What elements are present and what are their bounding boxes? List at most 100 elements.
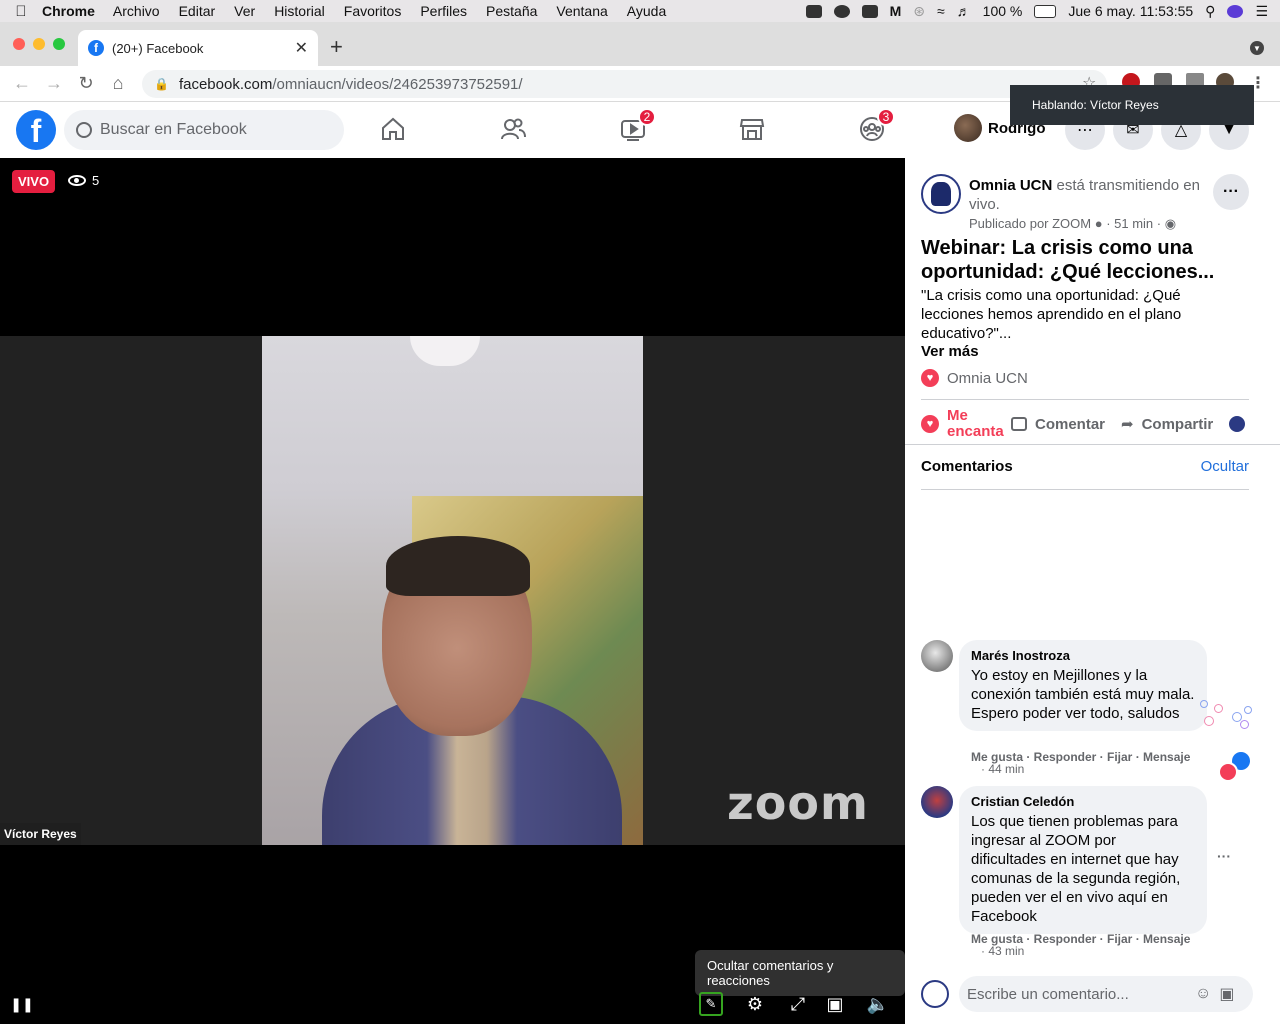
page-avatar[interactable] <box>921 174 961 214</box>
watch-nav-icon[interactable]: 2 <box>620 108 656 142</box>
fullscreen-icon[interactable]: ⤢ <box>786 992 810 1016</box>
forward-icon[interactable]: → <box>38 73 70 94</box>
mute-volume-icon[interactable]: 🔈 <box>866 992 890 1016</box>
browser-tab[interactable]: f (20+) Facebook ✕ <box>78 30 318 66</box>
volume-icon[interactable]: ♬ <box>957 3 971 19</box>
commenter-avatar[interactable] <box>921 786 953 818</box>
zoom-status-icon[interactable] <box>805 4 822 18</box>
reaction-bubble <box>1244 706 1252 714</box>
sticker-icon[interactable]: ▣ <box>1219 984 1234 1004</box>
settings-gear-icon[interactable]: ⚙ <box>743 992 767 1016</box>
facebook-search[interactable] <box>64 110 344 150</box>
bluetooth-icon[interactable]: ⊛ <box>913 3 925 20</box>
menu-pestana[interactable]: Pestaña <box>486 3 537 19</box>
menu-ver[interactable]: Ver <box>234 3 255 19</box>
groups-nav-icon[interactable]: 3 <box>859 108 895 142</box>
viewer-number: 5 <box>92 173 100 188</box>
macos-menubar:  Chrome Archivo Editar Ver Historial Fa… <box>0 0 1280 22</box>
creative-cloud-icon[interactable] <box>833 4 850 18</box>
triangle-app-icon[interactable] <box>861 4 878 18</box>
lock-icon[interactable]: 🔒 <box>154 77 169 91</box>
comment-text: Yo estoy en Mejillones y la conexión tam… <box>971 667 1195 722</box>
comment-options-icon[interactable]: ··· <box>1217 848 1231 864</box>
search-icon <box>76 122 92 138</box>
comment-time[interactable]: · 44 min <box>981 762 1024 776</box>
facebook-logo-icon[interactable]: f <box>16 110 56 150</box>
menu-archivo[interactable]: Archivo <box>113 3 160 19</box>
menu-perfiles[interactable]: Perfiles <box>420 3 467 19</box>
reaction-bubble <box>1214 704 1223 713</box>
hide-comments-icon[interactable]: ✎ <box>699 992 723 1016</box>
status-area: M ⊛ ≈ ♬ 100 % Jue 6 may. 11:53:55 ⚲ ☰ <box>805 3 1280 20</box>
info-icon[interactable]: ● · <box>1095 216 1114 231</box>
love-button[interactable]: ♥ Me encanta <box>921 408 1011 440</box>
comment-author[interactable]: Marés Inostroza <box>971 648 1195 663</box>
clock[interactable]: Jue 6 may. 11:53:55 <box>1068 3 1193 19</box>
reload-icon[interactable]: ↻ <box>70 73 102 94</box>
comment-label: Comentar <box>1035 415 1106 433</box>
menu-editar[interactable]: Editar <box>179 3 216 19</box>
share-button[interactable]: ➦ Compartir <box>1121 415 1213 434</box>
post-time[interactable]: 51 min <box>1114 216 1153 231</box>
comment-author[interactable]: Cristian Celedón <box>971 794 1195 809</box>
marketplace-nav-icon[interactable] <box>739 116 765 142</box>
minimize-window-button[interactable] <box>33 38 45 50</box>
siri-icon[interactable] <box>1227 4 1244 18</box>
comment-time[interactable]: · 43 min <box>981 944 1024 958</box>
friends-nav-icon[interactable] <box>500 116 526 142</box>
zoom-watermark: zoom <box>727 776 869 830</box>
post-title: Webinar: La crisis como una oportunidad:… <box>921 237 1215 283</box>
comments-header: Comentarios Ocultar <box>921 458 1249 475</box>
video-player[interactable]: VIVO 5 zoom Víctor Reyes Ocultar comenta… <box>0 158 905 1024</box>
app-menu[interactable]: Chrome <box>42 3 95 19</box>
emoji-icon[interactable]: ☺ <box>1195 985 1211 1003</box>
comment-input[interactable] <box>967 985 1187 1003</box>
menu-ventana[interactable]: Ventana <box>556 3 607 19</box>
home-nav-icon[interactable] <box>380 116 406 142</box>
battery-percent[interactable]: 100 % <box>983 3 1023 19</box>
wifi-icon[interactable]: ≈ <box>937 3 945 19</box>
post-meta: Publicado por ZOOM ● · 51 min · ◉ <box>969 216 1176 232</box>
back-icon[interactable]: ← <box>6 73 38 94</box>
picture-in-picture-icon[interactable]: ▣ <box>823 992 847 1016</box>
post-actions: ♥ Me encanta Comentar ➦ Compartir <box>921 406 1280 442</box>
close-tab-icon[interactable]: ✕ <box>295 38 308 58</box>
reactor-name: Omnia UCN <box>947 369 1028 387</box>
menu-historial[interactable]: Historial <box>274 3 325 19</box>
globe-icon: · ◉ <box>1156 216 1177 231</box>
reaction-bubble <box>1200 700 1208 708</box>
comment-input-box[interactable]: ☺ ▣ <box>959 976 1253 1012</box>
menu-ayuda[interactable]: Ayuda <box>627 3 666 19</box>
address-bar[interactable]: 🔒 facebook.com/omniaucn/videos/246253973… <box>142 70 1107 98</box>
comment-button[interactable]: Comentar <box>1011 416 1105 433</box>
comment-composer: ☺ ▣ <box>921 976 1253 1012</box>
comments-title: Comentarios <box>921 458 1013 475</box>
malwarebytes-icon[interactable]: M <box>890 3 902 19</box>
post-as-avatar[interactable] <box>1229 416 1246 432</box>
zoom-stage: zoom Víctor Reyes <box>0 336 905 845</box>
facebook-favicon-icon: f <box>88 40 104 56</box>
new-tab-icon[interactable]: + <box>330 34 343 60</box>
spotlight-icon[interactable]: ⚲ <box>1205 3 1215 20</box>
battery-icon[interactable] <box>1034 4 1057 18</box>
home-icon[interactable]: ⌂ <box>102 73 134 94</box>
omnia-logo-icon <box>931 182 951 206</box>
apple-icon[interactable]:  <box>0 3 42 20</box>
zoom-window-button[interactable] <box>53 38 65 50</box>
tab-search-icon[interactable]: ▼ <box>1250 41 1264 55</box>
pause-icon[interactable]: ❚❚ <box>10 992 34 1016</box>
live-badge: VIVO <box>12 170 56 193</box>
search-input[interactable] <box>100 121 320 139</box>
commenter-avatar[interactable] <box>921 640 953 672</box>
menu-favoritos[interactable]: Favoritos <box>344 3 402 19</box>
hide-comments-link[interactable]: Ocultar <box>1201 458 1249 475</box>
see-more-link[interactable]: Ver más <box>921 343 979 360</box>
reactions-summary[interactable]: ♥ Omnia UCN <box>921 369 1028 387</box>
page-name-link[interactable]: Omnia UCN <box>969 177 1052 194</box>
viewer-count: 5 <box>68 173 99 188</box>
speaker-video-feed <box>262 336 643 845</box>
close-window-button[interactable] <box>13 38 25 50</box>
more-options-icon[interactable]: ··· <box>1213 174 1249 210</box>
control-center-icon[interactable]: ☰ <box>1255 3 1268 20</box>
comment-bubble: Marés Inostroza Yo estoy en Mejillones y… <box>959 640 1207 731</box>
